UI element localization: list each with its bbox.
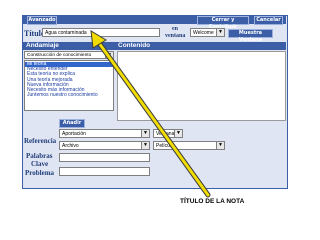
annotation-label: TÍTULO DE LA NOTA <box>180 198 245 205</box>
arrow-icon <box>90 30 211 198</box>
annotation-arrow <box>90 30 211 198</box>
